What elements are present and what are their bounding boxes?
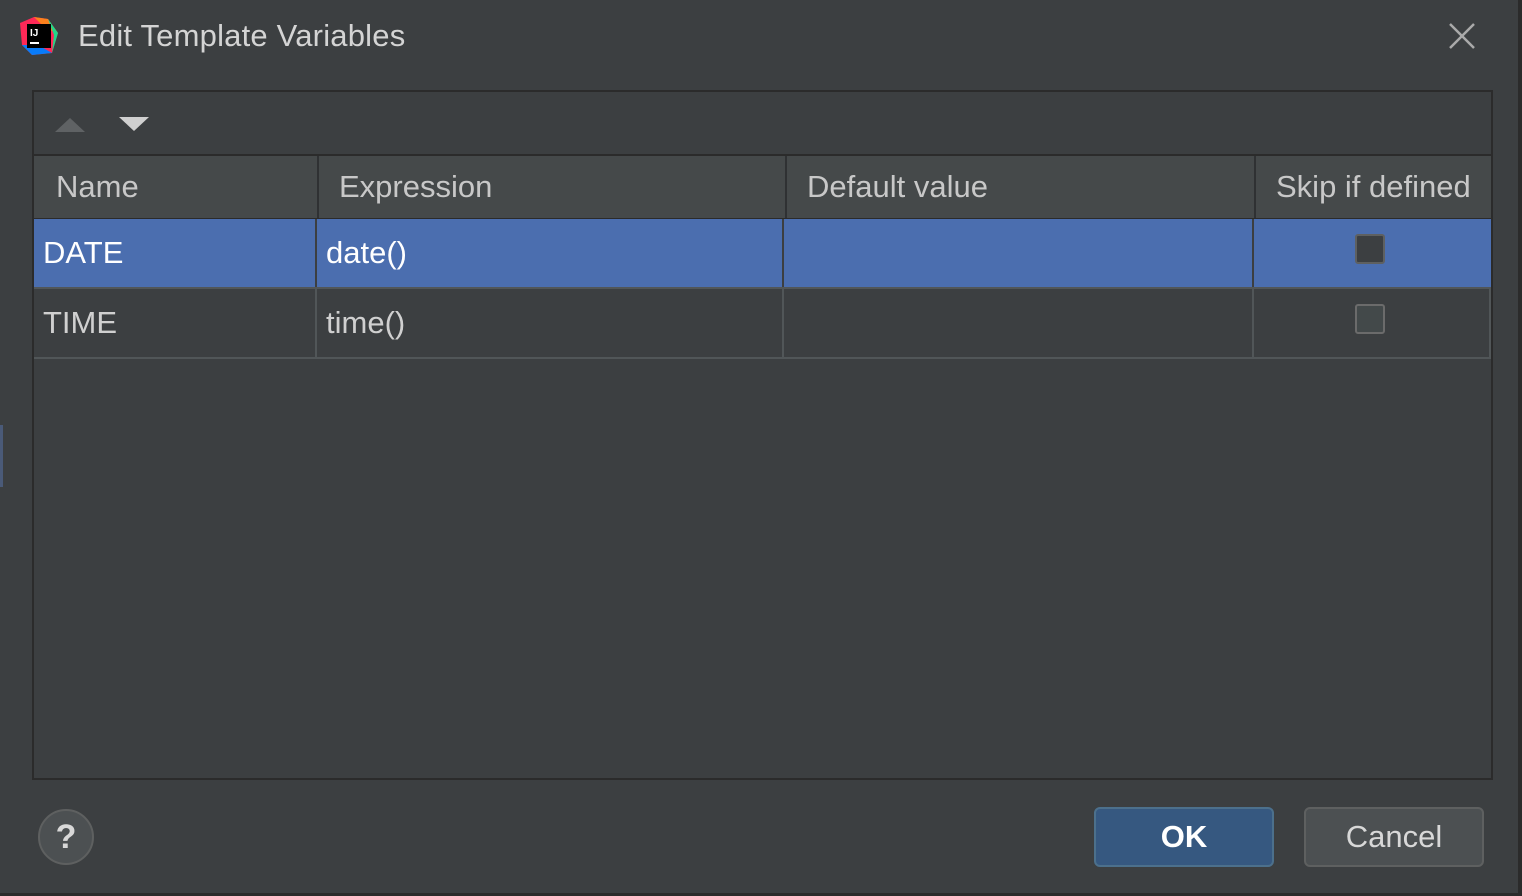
- skip-if-defined-checkbox[interactable]: [1355, 234, 1385, 264]
- column-header-skip-if-defined[interactable]: Skip if defined: [1256, 156, 1491, 218]
- title-bar: IJ Edit Template Variables: [0, 0, 1518, 74]
- skip-if-defined-checkbox[interactable]: [1355, 304, 1385, 334]
- ok-button[interactable]: OK: [1094, 807, 1274, 867]
- cell-skip-if-defined: [1254, 219, 1491, 287]
- cell-skip-if-defined: [1254, 289, 1491, 357]
- background-edge: [0, 425, 3, 487]
- svg-text:IJ: IJ: [30, 28, 38, 39]
- column-header-name[interactable]: Name: [34, 156, 319, 218]
- triangle-down-icon: [119, 117, 149, 131]
- variables-panel: Name Expression Default value Skip if de…: [32, 90, 1493, 780]
- close-button[interactable]: [1442, 16, 1482, 56]
- table-row[interactable]: DATE date(): [34, 219, 1491, 289]
- help-button[interactable]: ?: [38, 809, 94, 865]
- close-icon: [1449, 23, 1475, 49]
- column-header-default-value[interactable]: Default value: [787, 156, 1256, 218]
- intellij-idea-icon: IJ: [18, 15, 60, 57]
- cell-default-value[interactable]: [784, 289, 1254, 357]
- triangle-up-icon: [55, 118, 85, 132]
- edit-template-variables-dialog: IJ Edit Template Variables Name Expressi…: [0, 0, 1522, 896]
- cell-name[interactable]: TIME: [34, 289, 317, 357]
- cancel-button[interactable]: Cancel: [1304, 807, 1484, 867]
- table-toolbar: [34, 92, 1491, 156]
- cell-expression[interactable]: date(): [317, 219, 784, 287]
- move-down-button[interactable]: [112, 106, 156, 140]
- variables-table: Name Expression Default value Skip if de…: [34, 156, 1491, 359]
- table-header: Name Expression Default value Skip if de…: [34, 156, 1491, 219]
- column-header-expression[interactable]: Expression: [319, 156, 787, 218]
- move-up-button[interactable]: [48, 106, 92, 140]
- table-row[interactable]: TIME time(): [34, 289, 1491, 359]
- cell-expression[interactable]: time(): [317, 289, 784, 357]
- cell-default-value[interactable]: [784, 219, 1254, 287]
- cell-name[interactable]: DATE: [34, 219, 317, 287]
- dialog-title: Edit Template Variables: [78, 18, 406, 53]
- row-divider: [1489, 289, 1491, 357]
